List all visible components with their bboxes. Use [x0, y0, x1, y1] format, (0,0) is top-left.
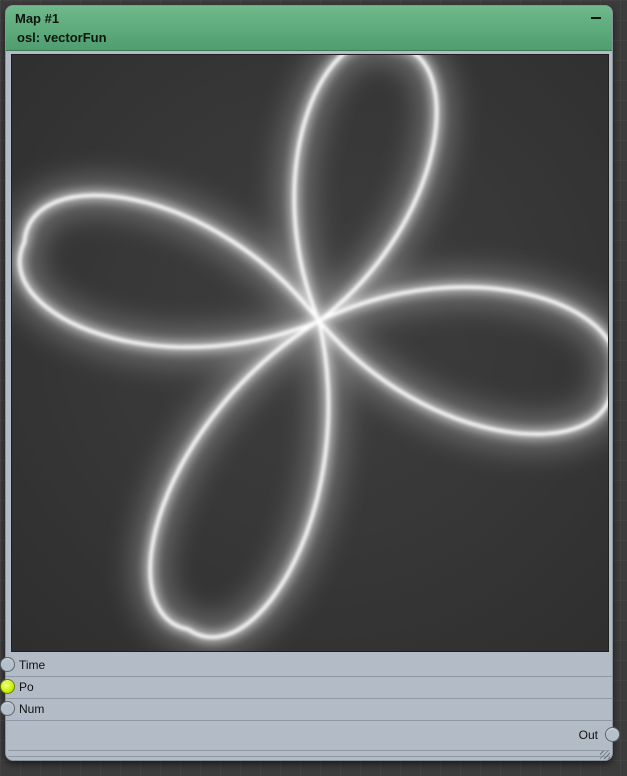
input-row-num: Num [6, 698, 612, 721]
input-port-time[interactable] [0, 657, 15, 672]
map-node[interactable]: Map #1 osl: vectorFun Time Po Num Out [5, 5, 613, 761]
input-label-time: Time [19, 658, 46, 672]
node-footer [8, 750, 610, 757]
input-port-po[interactable] [0, 679, 15, 694]
node-subtitle: osl: vectorFun [17, 30, 107, 45]
input-label-num: Num [19, 702, 45, 716]
minus-icon[interactable] [589, 12, 603, 24]
output-label-out: Out [578, 728, 598, 742]
preview-image [11, 54, 609, 652]
node-title: Map #1 [15, 11, 60, 26]
resize-grip-icon[interactable] [600, 751, 610, 759]
input-port-num[interactable] [0, 701, 15, 716]
four-petal-rose-render [12, 55, 608, 651]
output-port-out[interactable] [605, 727, 620, 742]
input-row-time: Time [6, 654, 612, 677]
input-row-po: Po [6, 676, 612, 699]
input-label-po: Po [19, 680, 34, 694]
node-header[interactable]: Map #1 osl: vectorFun [6, 6, 612, 51]
output-row-out: Out [6, 720, 612, 742]
